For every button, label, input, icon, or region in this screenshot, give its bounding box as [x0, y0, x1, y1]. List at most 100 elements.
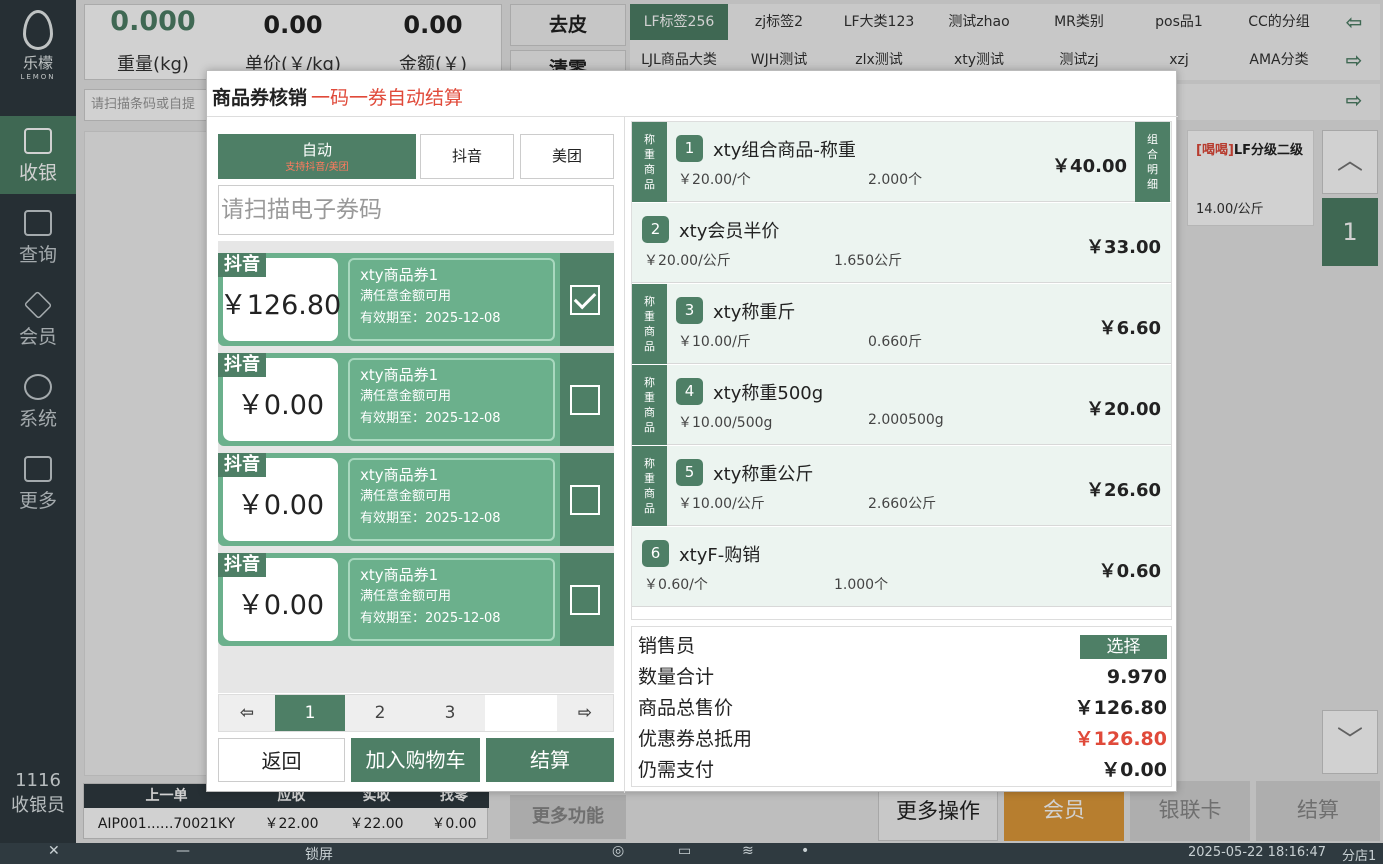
- weighed-tag: 称重商品: [632, 365, 667, 445]
- item-name: xty称重500g: [713, 383, 824, 404]
- weighed-tag-char: 重: [644, 148, 655, 161]
- add-to-cart-button[interactable]: 加入购物车: [351, 738, 480, 782]
- coupon-expiry: 有效期至：2025-12-08: [360, 311, 501, 326]
- item-unit-price: ￥10.00/500g: [678, 415, 773, 431]
- coupon-checkbox[interactable]: [570, 485, 600, 515]
- select-salesperson-button[interactable]: 选择: [1080, 635, 1167, 659]
- order-summary: 销售员 选择 数量合计 9.970 商品总售价 ￥126.80 优惠券总抵用 ￥126.…: [631, 626, 1172, 787]
- coupon-info-box: xty商品券1 满任意金额可用 有效期至：2025-12-08: [348, 258, 555, 341]
- coupon-select-panel: [560, 253, 614, 346]
- coupon-name: xty商品券1: [360, 466, 439, 484]
- coupon-checkbox[interactable]: [570, 585, 600, 615]
- coupon-platform-tag: 抖音: [218, 453, 266, 477]
- item-row[interactable]: 称重商品 3 xty称重斤 ￥10.00/斤 0.660斤 ￥6.60: [632, 284, 1171, 364]
- store-name: 分店1: [1342, 849, 1377, 864]
- summary-label: 商品总售价: [638, 697, 734, 719]
- coupon-card[interactable]: 抖音 ￥126.80 xty商品券1 满任意金额可用 有效期至：2025-12-08: [218, 253, 614, 346]
- summary-due: 仍需支付 ￥0.00: [638, 755, 1167, 786]
- coupon-card[interactable]: 抖音 ￥0.00 xty商品券1 满任意金额可用 有效期至：2025-12-08: [218, 353, 614, 446]
- item-row[interactable]: 称重商品 4 xty称重500g ￥10.00/500g 2.000500g ￥20.00: [632, 365, 1171, 445]
- weighed-tag-char: 商: [644, 325, 655, 338]
- item-unit-price: ￥10.00/斤: [678, 334, 751, 350]
- item-unit-price: ￥20.00/公斤: [644, 253, 731, 269]
- minimize-icon[interactable]: —: [176, 843, 190, 859]
- item-qty: 1.000个: [834, 577, 889, 593]
- item-row[interactable]: 6 xtyF-购销 ￥0.60/个 1.000个 ￥0.60: [632, 527, 1171, 607]
- summary-qty: 数量合计 9.970: [638, 662, 1167, 693]
- coupon-name: xty商品券1: [360, 566, 439, 584]
- coupon-redeem-dialog: 商品券核销 一码一券自动结算 自动 支持抖音/美团 抖音 美团 请扫描电子券码 抖音…: [206, 70, 1178, 793]
- coupon-info-box: xty商品券1 满任意金额可用 有效期至：2025-12-08: [348, 558, 555, 641]
- combo-tag-char: 合: [1147, 148, 1158, 161]
- pager-page[interactable]: 1: [275, 695, 345, 731]
- item-name: xty组合商品-称重: [713, 140, 856, 161]
- coupon-amount: ￥0.00: [236, 490, 325, 521]
- pager-prev-icon[interactable]: ⇦: [219, 695, 275, 731]
- weighed-tag-char: 重: [644, 391, 655, 404]
- coupon-info: xty商品券1 满任意金额可用 有效期至：2025-12-08: [343, 253, 560, 346]
- combo-tag-char: 明: [1147, 163, 1158, 176]
- item-total: ￥26.60: [1086, 480, 1161, 501]
- summary-label: 优惠券总抵用: [638, 728, 753, 750]
- weighed-tag-char: 称: [644, 133, 655, 146]
- item-unit-price: ￥20.00/个: [678, 172, 751, 188]
- coupon-code-input[interactable]: 请扫描电子券码: [218, 185, 614, 235]
- mode-meituan-button[interactable]: 美团: [520, 134, 614, 179]
- coupon-info: xty商品券1 满任意金额可用 有效期至：2025-12-08: [343, 353, 560, 446]
- item-total: ￥33.00: [1086, 237, 1161, 258]
- dialog-title-text: 商品券核销: [212, 87, 308, 109]
- checkout-button[interactable]: 结算: [486, 738, 614, 782]
- combo-tag-char: 细: [1147, 178, 1158, 191]
- weighed-tag-char: 品: [644, 502, 655, 515]
- weighed-tag-char: 品: [644, 178, 655, 191]
- summary-salesperson: 销售员 选择: [638, 631, 1167, 662]
- item-qty: 0.660斤: [868, 334, 923, 350]
- item-total: ￥0.60: [1098, 561, 1161, 582]
- coupon-amount: ￥0.00: [236, 590, 325, 621]
- coupon-expiry: 有效期至：2025-12-08: [360, 511, 501, 526]
- item-number-badge: 1: [676, 135, 703, 162]
- coupon-card[interactable]: 抖音 ￥0.00 xty商品券1 满任意金额可用 有效期至：2025-12-08: [218, 453, 614, 546]
- item-row[interactable]: 称重商品 1 xty组合商品-称重 ￥20.00/个 2.000个 ￥40.00 组合明细: [632, 122, 1171, 202]
- pager-page[interactable]: 2: [345, 695, 415, 731]
- coupon-amount-panel: 抖音 ￥126.80: [218, 253, 343, 346]
- item-number-badge: 6: [642, 540, 669, 567]
- coupon-card[interactable]: 抖音 ￥0.00 xty商品券1 满任意金额可用 有效期至：2025-12-08: [218, 553, 614, 646]
- coupon-checkbox[interactable]: [570, 285, 600, 315]
- coupon-rule: 满任意金额可用: [360, 589, 452, 604]
- coupon-amount-panel: 抖音 ￥0.00: [218, 453, 343, 546]
- summary-label: 仍需支付: [638, 759, 715, 781]
- lock-screen-button[interactable]: 锁屏: [305, 844, 333, 864]
- dialog-subtitle: 一码一券自动结算: [311, 87, 464, 109]
- coupon-platform-tag: 抖音: [218, 353, 266, 377]
- coupon-info-box: xty商品券1 满任意金额可用 有效期至：2025-12-08: [348, 458, 555, 541]
- item-row[interactable]: 称重商品 5 xty称重公斤 ￥10.00/公斤 2.660公斤 ￥26.60: [632, 446, 1171, 526]
- mode-douyin-button[interactable]: 抖音: [420, 134, 514, 179]
- coupon-pager: ⇦ 1 2 3 ⇨: [218, 694, 614, 732]
- item-row[interactable]: 2 xty会员半价 ￥20.00/公斤 1.650公斤 ￥33.00: [632, 203, 1171, 283]
- weighed-tag-char: 商: [644, 487, 655, 500]
- datetime: 2025-05-22 18:16:47: [1188, 845, 1327, 860]
- coupon-info-box: xty商品券1 满任意金额可用 有效期至：2025-12-08: [348, 358, 555, 441]
- coupon-checkbox[interactable]: [570, 385, 600, 415]
- summary-label: 销售员: [638, 635, 696, 657]
- item-number-badge: 2: [642, 216, 669, 243]
- back-button[interactable]: 返回: [218, 738, 345, 782]
- monitor-icon: ▭: [678, 843, 692, 859]
- item-list: 称重商品 1 xty组合商品-称重 ￥20.00/个 2.000个 ￥40.00 组合明细 2…: [631, 121, 1172, 620]
- pager-page[interactable]: 3: [415, 695, 485, 731]
- weighed-tag: 称重商品: [632, 446, 667, 526]
- weighed-tag-char: 商: [644, 163, 655, 176]
- mode-auto-button[interactable]: 自动 支持抖音/美团: [218, 134, 416, 179]
- combo-detail-button[interactable]: 组合明细: [1135, 122, 1170, 202]
- coupon-select-panel: [560, 353, 614, 446]
- weighed-tag-char: 品: [644, 421, 655, 434]
- coupon-select-panel: [560, 553, 614, 646]
- pager-next-icon[interactable]: ⇨: [557, 695, 613, 731]
- coupon-expiry: 有效期至：2025-12-08: [360, 411, 501, 426]
- weighed-tag-char: 称: [644, 457, 655, 470]
- item-total: ￥40.00: [1052, 156, 1127, 177]
- close-icon[interactable]: ✕: [48, 843, 60, 859]
- summary-label: 数量合计: [638, 666, 715, 688]
- weighed-tag-char: 称: [644, 376, 655, 389]
